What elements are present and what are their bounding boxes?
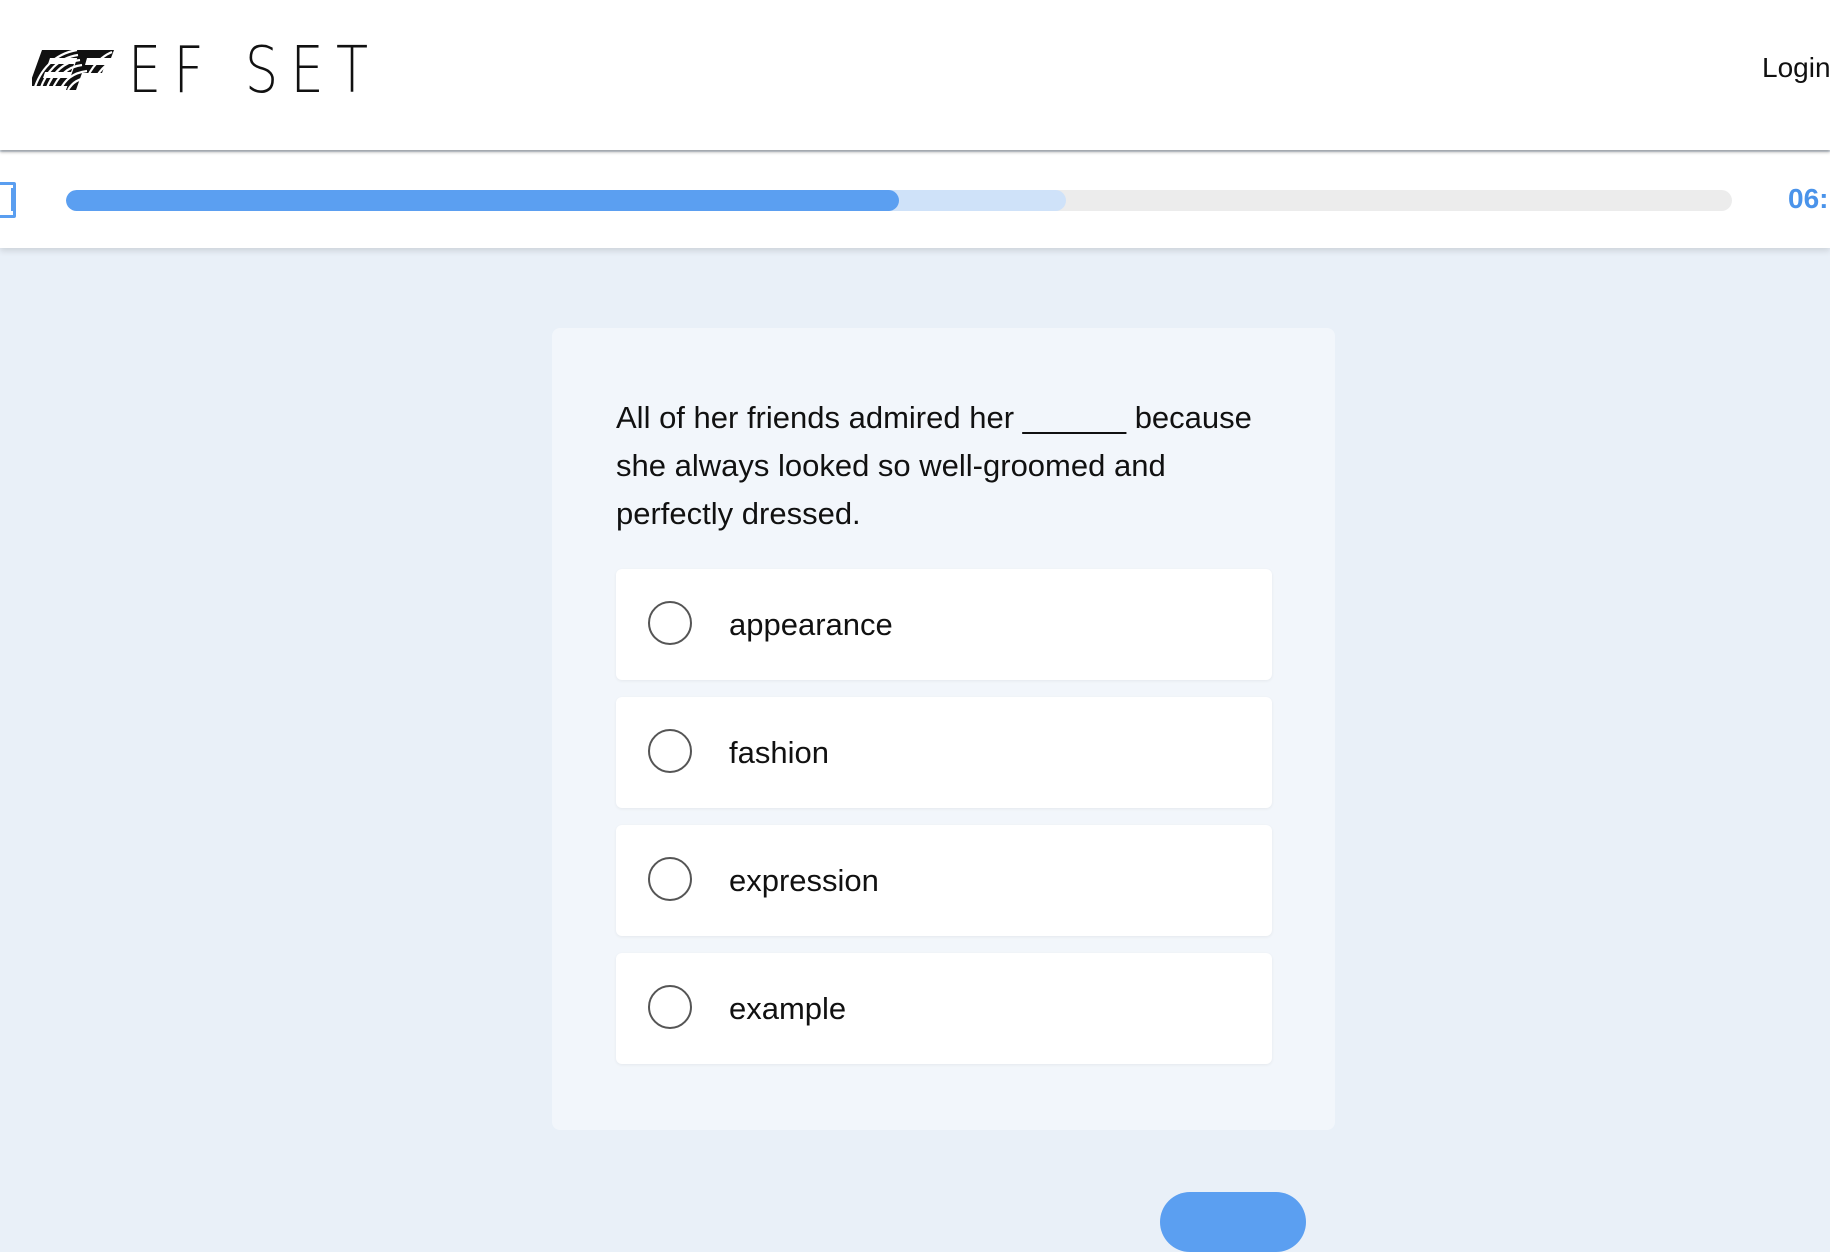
- progress-bar: [66, 190, 1732, 211]
- answer-option-fashion[interactable]: fashion: [616, 697, 1272, 808]
- progress-fill: [66, 190, 899, 211]
- book-icon[interactable]: [0, 182, 16, 218]
- timer: 06:: [1788, 183, 1829, 214]
- answer-option-label: fashion: [729, 735, 829, 770]
- radio-icon[interactable]: [648, 601, 692, 645]
- ef-set-logo[interactable]: EF SET: [32, 34, 436, 108]
- answer-option-label: expression: [729, 863, 879, 898]
- ef-logo-mark-icon: [32, 48, 114, 91]
- answer-option-example[interactable]: example: [616, 953, 1272, 1064]
- radio-icon[interactable]: [648, 729, 692, 773]
- answer-option-expression[interactable]: expression: [616, 825, 1272, 936]
- progress-strip: 06:: [0, 152, 1830, 248]
- answer-option-label: appearance: [729, 607, 893, 642]
- radio-icon[interactable]: [648, 857, 692, 901]
- site-header: EF SET Login: [0, 0, 1830, 150]
- question-text: All of her friends admired her ______ be…: [616, 400, 1252, 531]
- answer-option-label: example: [729, 991, 847, 1026]
- radio-icon[interactable]: [648, 985, 692, 1029]
- question-card: All of her friends admired her ______ be…: [552, 328, 1335, 1130]
- answer-option-appearance[interactable]: appearance: [616, 569, 1272, 680]
- answer-options: appearance fashion expression example: [616, 569, 1272, 1081]
- login-link[interactable]: Login: [1762, 52, 1830, 84]
- next-button[interactable]: [1160, 1192, 1306, 1252]
- logo-text: EF SET: [128, 34, 381, 108]
